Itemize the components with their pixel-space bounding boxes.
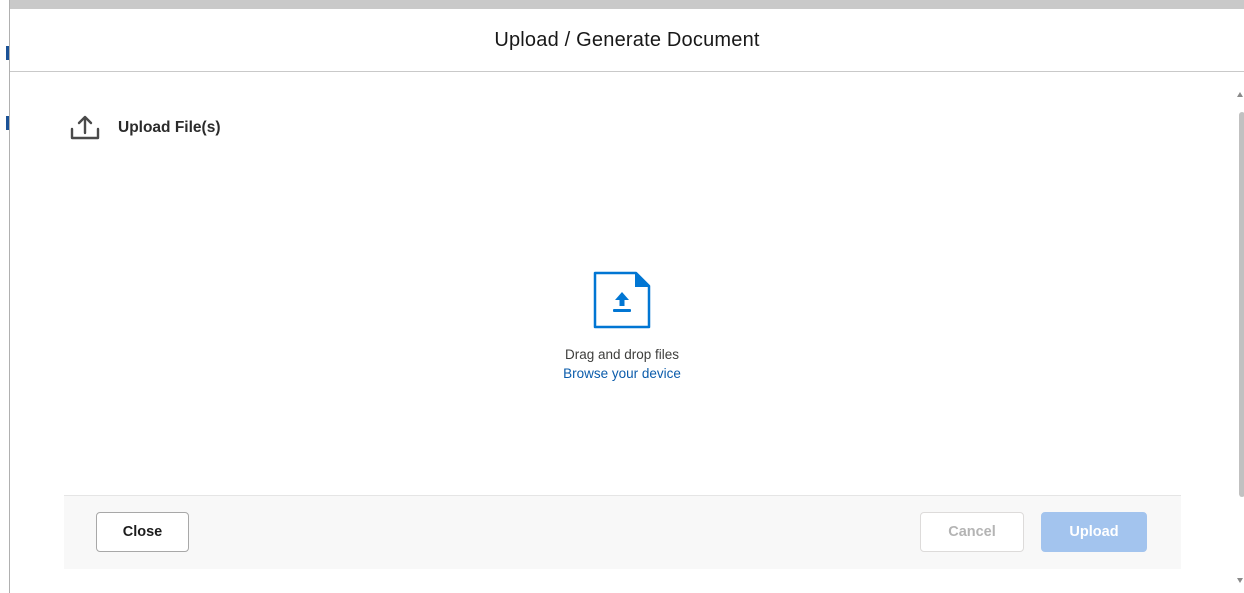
background-marker [6,116,9,130]
background-page-edge [0,0,10,593]
browse-device-link[interactable]: Browse your device [563,366,681,381]
upload-files-heading: Upload File(s) [69,113,220,143]
modal-footer: Close Cancel Upload [64,495,1181,569]
cancel-button[interactable]: Cancel [920,512,1024,552]
dropzone-instruction: Drag and drop files [564,347,680,362]
file-dropzone[interactable]: Drag and drop files Browse your device [440,265,804,395]
scroll-down-arrow[interactable] [1237,578,1243,583]
upload-button[interactable]: Upload [1041,512,1147,552]
file-upload-icon [591,270,653,335]
scroll-up-arrow[interactable] [1237,92,1243,97]
upload-files-label: Upload File(s) [118,119,221,136]
scrollbar-thumb[interactable] [1239,112,1244,497]
modal-header: Upload / Generate Document [10,9,1244,72]
background-marker [6,46,9,60]
upload-icon [69,113,101,143]
modal-title: Upload / Generate Document [494,28,760,51]
close-button[interactable]: Close [96,512,189,552]
window-top-border [0,0,1244,9]
